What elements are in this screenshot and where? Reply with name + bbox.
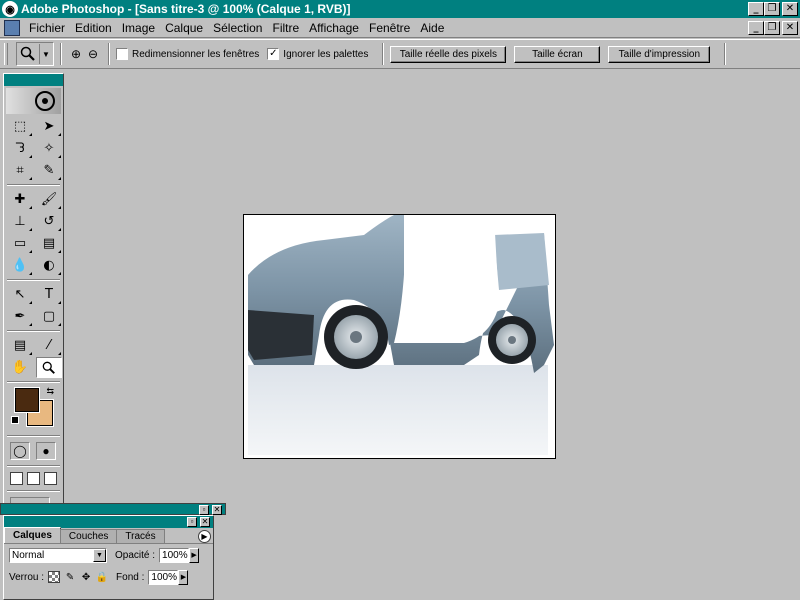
brush-tool-icon[interactable]: 🖌 — [36, 189, 62, 210]
tab-calques[interactable]: Calques — [4, 527, 61, 543]
menu-image[interactable]: Image — [117, 21, 160, 35]
palette-tabs: Calques Couches Tracés ▶ — [4, 527, 213, 544]
marquee-tool-icon[interactable]: ⬚ — [7, 116, 33, 137]
fit-screen-button[interactable]: Taille écran — [514, 45, 601, 63]
chevron-down-icon[interactable]: ▼ — [93, 548, 106, 562]
palette-group-minimize-button[interactable]: ▫ — [199, 505, 209, 515]
actual-pixels-button[interactable]: Taille réelle des pixels — [390, 45, 507, 63]
lock-pixels-icon[interactable]: ✎ — [64, 571, 76, 583]
menu-fichier[interactable]: Fichier — [24, 21, 70, 35]
move-tool-icon[interactable]: ➤ — [36, 116, 62, 137]
eraser-tool-icon[interactable]: ▭ — [7, 233, 33, 254]
menu-aide[interactable]: Aide — [415, 21, 449, 35]
zoom-tool-active-icon[interactable] — [36, 357, 62, 378]
zoom-out-icon[interactable]: ⊖ — [85, 46, 101, 62]
lock-transparency-icon[interactable] — [48, 571, 61, 583]
standard-mode-icon[interactable]: ◯ — [10, 442, 30, 460]
menu-fenetre[interactable]: Fenêtre — [364, 21, 415, 35]
close-button[interactable]: ✕ — [782, 2, 798, 16]
resize-windows-label: Redimensionner les fenêtres — [132, 48, 260, 60]
layers-palette: ▫ ✕ Calques Couches Tracés ▶ Normal ▼ Op… — [3, 515, 214, 600]
palette-group-header[interactable]: ▫ ✕ — [0, 503, 226, 515]
opacity-label: Opacité : — [115, 549, 156, 561]
opacity-field[interactable]: 100% — [159, 547, 190, 563]
doc-minimize-button[interactable]: _ — [748, 20, 764, 35]
menu-bar: Fichier Edition Image Calque Sélection F… — [0, 18, 800, 38]
toolbox-header[interactable] — [4, 74, 63, 86]
default-colors-icon[interactable] — [11, 416, 19, 424]
foreground-color-swatch[interactable] — [15, 388, 39, 412]
slice-tool-icon[interactable]: ✎ — [36, 160, 62, 181]
tab-traces[interactable]: Tracés — [116, 529, 165, 543]
lock-row: Verrou : ✎ ✥ 🔒 Fond : 100% ▶ — [4, 566, 213, 588]
fill-slider-button[interactable]: ▶ — [178, 569, 189, 585]
resize-windows-checkbox[interactable]: Redimensionner les fenêtres — [116, 48, 259, 60]
quick-mask-mode-icon[interactable]: ● — [36, 442, 56, 460]
standard-screen-mode-icon[interactable] — [10, 472, 23, 485]
layers-palette-minimize-button[interactable]: ▫ — [187, 517, 197, 527]
tab-couches[interactable]: Couches — [59, 529, 118, 543]
full-screen-mode-icon[interactable] — [44, 472, 57, 485]
menu-calque[interactable]: Calque — [160, 21, 208, 35]
ignore-palettes-checkbox-box[interactable]: ✓ — [267, 48, 280, 60]
notes-tool-icon[interactable]: ▤ — [7, 335, 33, 356]
menu-filtre[interactable]: Filtre — [267, 21, 304, 35]
opacity-slider-button[interactable]: ▶ — [189, 547, 200, 563]
restore-button[interactable]: ❐ — [764, 2, 780, 16]
type-tool-icon[interactable]: T — [36, 284, 62, 305]
document-canvas[interactable] — [243, 214, 556, 459]
photoshop-app-icon[interactable]: ◉ — [2, 1, 18, 17]
tool-preset-picker[interactable]: ▼ — [16, 42, 54, 66]
dodge-tool-icon[interactable]: ◐ — [36, 255, 62, 276]
healing-brush-tool-icon[interactable]: ✚ — [7, 189, 33, 210]
blur-tool-icon[interactable]: 💧 — [7, 255, 33, 276]
hand-tool-icon[interactable]: ✋ — [7, 357, 33, 378]
fill-label: Fond : — [116, 571, 145, 583]
full-screen-menu-mode-icon[interactable] — [27, 472, 40, 485]
crop-tool-icon[interactable]: ⌗ — [7, 160, 33, 181]
path-selection-tool-icon[interactable]: ↖ — [7, 284, 33, 305]
title-bar: ◉ Adobe Photoshop - [Sans titre-3 @ 100%… — [0, 0, 800, 18]
adobe-logo-icon[interactable] — [6, 88, 61, 114]
options-bar: ▼ ⊕ ⊖ Redimensionner les fenêtres ✓ Igno… — [0, 39, 800, 69]
zoom-in-icon[interactable]: ⊕ — [68, 46, 84, 62]
options-grip[interactable] — [4, 43, 8, 65]
lock-label: Verrou : — [9, 571, 45, 583]
menu-affichage[interactable]: Affichage — [304, 21, 364, 35]
fill-field[interactable]: 100% — [148, 569, 179, 585]
blend-mode-select[interactable]: Normal ▼ — [9, 547, 107, 563]
eyedropper-tool-icon[interactable]: ⁄ — [36, 335, 62, 356]
menu-selection[interactable]: Sélection — [208, 21, 267, 35]
toolbox: ⬚ ➤ ᘊ ✧ ⌗ ✎ ✚ 🖌 ⊥ ↺ ▭ ▤ 💧 ◐ ↖ T ✒ ▢ ▤ ⁄ … — [3, 73, 64, 515]
magic-wand-tool-icon[interactable]: ✧ — [36, 138, 62, 159]
document-icon[interactable] — [4, 19, 20, 36]
rectangle-tool-icon[interactable]: ▢ — [36, 306, 62, 327]
pen-tool-icon[interactable]: ✒ — [7, 306, 33, 327]
resize-windows-checkbox-box[interactable] — [116, 48, 128, 60]
gradient-tool-icon[interactable]: ▤ — [36, 233, 62, 254]
ignore-palettes-label: Ignorer les palettes — [283, 48, 369, 60]
zoom-tool-icon — [17, 43, 39, 65]
car-image — [244, 215, 555, 458]
history-brush-tool-icon[interactable]: ↺ — [36, 211, 62, 232]
blend-mode-value: Normal — [12, 549, 45, 561]
palette-menu-icon[interactable]: ▶ — [198, 530, 211, 543]
print-size-button[interactable]: Taille d'impression — [608, 45, 711, 63]
doc-restore-button[interactable]: ❐ — [764, 20, 780, 35]
color-swatches: ⇆ — [7, 386, 60, 432]
lasso-tool-icon[interactable]: ᘊ — [7, 138, 33, 159]
layers-palette-close-button[interactable]: ✕ — [200, 517, 210, 527]
palette-group-close-button[interactable]: ✕ — [212, 505, 222, 515]
blend-row: Normal ▼ Opacité : 100% ▶ — [4, 544, 213, 566]
ignore-palettes-checkbox[interactable]: ✓ Ignorer les palettes — [267, 48, 368, 60]
clone-stamp-tool-icon[interactable]: ⊥ — [7, 211, 33, 232]
window-title: Adobe Photoshop - [Sans titre-3 @ 100% (… — [21, 2, 351, 16]
lock-position-icon[interactable]: ✥ — [80, 571, 92, 583]
minimize-button[interactable]: _ — [748, 2, 764, 16]
chevron-down-icon[interactable]: ▼ — [39, 44, 52, 64]
doc-close-button[interactable]: ✕ — [782, 20, 798, 35]
lock-all-icon[interactable]: 🔒 — [96, 571, 108, 583]
menu-edition[interactable]: Edition — [70, 21, 117, 35]
swap-colors-icon[interactable]: ⇆ — [46, 386, 54, 397]
